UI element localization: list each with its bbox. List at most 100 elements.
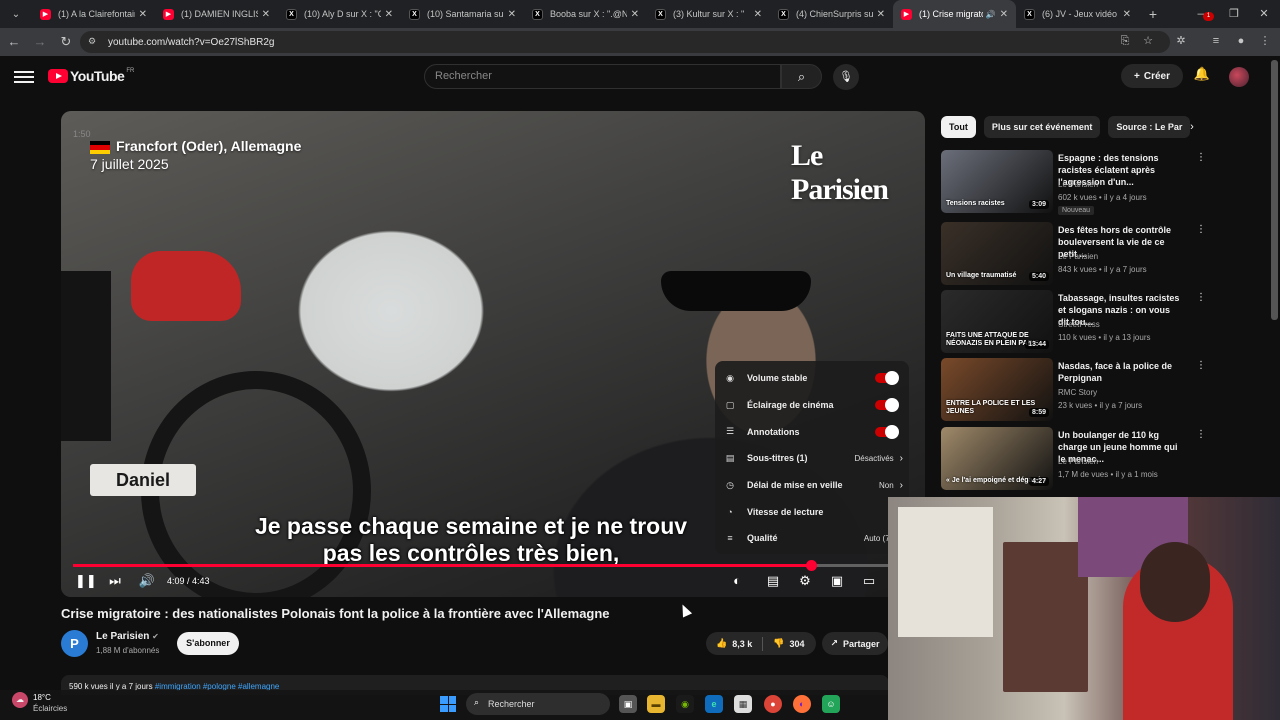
settings-gear-icon[interactable]: ⚙ [793,571,817,591]
back-icon[interactable]: ← [2,30,26,54]
progress-bar[interactable] [73,560,913,571]
youtube-logo[interactable]: YouTube FR [48,68,134,84]
close-tab-icon[interactable]: ✕ [508,9,516,20]
more-options-icon[interactable]: ⋮ [1196,292,1206,303]
video-thumbnail[interactable]: FAITS UNE ATTAQUE DE NÉONAZIS EN PLEIN P… [941,290,1053,353]
browser-tab[interactable]: X (10) Santamaria sur X ✕ [401,0,524,28]
firefox-icon[interactable]: ◐ [793,695,811,713]
tab-search-icon[interactable]: ⌄ [4,3,28,25]
bookmark-star-icon[interactable]: ☆ [1137,30,1159,52]
page-scrollbar[interactable] [1271,60,1278,320]
weather-icon[interactable]: ☁ [12,692,28,708]
filter-chip[interactable]: Plus sur cet événement [983,116,1101,138]
toggle-switch[interactable] [875,371,899,386]
settings-item[interactable]: ◉ Volume stable [715,365,909,392]
miniplayer-icon[interactable]: ▣ [825,571,849,591]
microphone-icon[interactable]: 🎙 [833,64,859,90]
file-explorer-icon[interactable]: ▬ [647,695,665,713]
subscribe-button[interactable]: S'abonner [177,632,239,655]
recommended-video[interactable]: ENTRE LA POLICE ET LES JEUNES 8:59 Nasdas,… [941,358,1206,422]
channel-name[interactable]: Le Parisien ✔ [96,631,159,642]
browser-menu-icon[interactable]: ⋮ [1254,30,1276,52]
toggle-switch[interactable] [875,398,899,413]
more-options-icon[interactable]: ⋮ [1196,429,1206,440]
recommended-channel[interactable]: Le Parisien [1058,457,1098,466]
video-thumbnail[interactable]: « Je l'ai empoigné et dégagé » 4:27 [941,427,1053,490]
address-bar[interactable]: ⚙ youtube.com/watch?v=Oe27lShBR2g [80,31,1170,53]
theater-mode-icon[interactable]: ▭ [857,571,881,591]
settings-item[interactable]: ▤ Sous-titres (1) Désactivés › [715,445,909,472]
share-button[interactable]: ↗ Partager [822,632,888,655]
browser-tab[interactable]: X (4) ChienSurpris sur X ✕ [770,0,893,28]
more-options-icon[interactable]: ⋮ [1196,224,1206,235]
chrome-icon[interactable]: ● [764,695,782,713]
close-tab-icon[interactable]: ✕ [1000,9,1008,20]
recommended-video[interactable]: FAITS UNE ATTAQUE DE NÉONAZIS EN PLEIN P… [941,290,1206,354]
recommended-title[interactable]: Nasdas, face à la police de Perpignan [1058,360,1183,384]
menu-icon[interactable] [14,68,34,84]
recommended-video[interactable]: Tensions racistes 3:09 Espagne : des tensi… [941,150,1206,215]
subtitles-button-icon[interactable]: ▤ [761,571,785,591]
maximize-icon[interactable]: ❐ [1218,0,1250,28]
create-button[interactable]: + Créer [1121,64,1183,88]
video-player[interactable]: 1:50 Francfort (Oder), Allemagne 7 juill… [61,111,925,597]
settings-item[interactable]: ▢ Éclairage de cinéma [715,392,909,419]
filter-chip[interactable]: Source : Le Par [1108,116,1191,138]
channel-avatar[interactable]: P [61,630,88,657]
browser-tab[interactable]: X (6) JV - Jeux vidéo su ✕ [1016,0,1139,28]
store-icon[interactable]: ▦ [734,695,752,713]
dislike-button[interactable]: 👎 304 [763,632,814,655]
discord-icon[interactable]: ☺ [822,695,840,713]
browser-tab[interactable]: X (10) Aly D sur X : "Ce ✕ [278,0,401,28]
browser-tab[interactable]: X Booba sur X : ".@Nisl ✕ [524,0,647,28]
chevron-right-icon[interactable]: › [1183,118,1201,136]
browser-tab[interactable]: ▶ (1) DAMIEN INGLIS, L ✕ [155,0,278,28]
tab-audio-icon[interactable]: 🔊 [986,10,996,19]
filter-chip[interactable]: Tout [941,116,976,138]
recommended-channel[interactable]: RMC Story [1058,388,1097,397]
more-options-icon[interactable]: ⋮ [1196,360,1206,371]
close-tab-icon[interactable]: ✕ [631,9,639,20]
close-tab-icon[interactable]: ✕ [1123,9,1131,20]
new-tab-button[interactable]: + [1139,6,1167,22]
settings-item[interactable]: ◷ Délai de mise en veille Non › [715,472,909,499]
recommended-channel[interactable]: Le Parisien [1058,180,1098,189]
recommended-channel[interactable]: Le Parisien [1058,252,1098,261]
edge-icon[interactable]: e [705,695,723,713]
close-tab-icon[interactable]: ✕ [262,9,270,20]
video-thumbnail[interactable]: ENTRE LA POLICE ET LES JEUNES 8:59 [941,358,1053,421]
reload-icon[interactable]: ↻ [54,30,78,54]
avatar[interactable] [1229,67,1249,87]
extensions-icon[interactable]: ✲ [1170,30,1192,52]
close-window-icon[interactable]: ✕ [1248,0,1280,28]
next-icon[interactable]: ⏭ [105,571,125,591]
close-tab-icon[interactable]: ✕ [754,9,762,20]
close-tab-icon[interactable]: ✕ [139,9,147,20]
settings-item[interactable]: ≡ Qualité Auto (720p [715,525,909,552]
media-controls-icon[interactable]: ≡ [1205,30,1227,52]
browser-tab[interactable]: X (3) Kultur sur X : " ✕ [647,0,770,28]
close-tab-icon[interactable]: ✕ [877,9,885,20]
task-view-icon[interactable]: ▣ [619,695,637,713]
install-app-icon[interactable]: ⎘ [1114,30,1136,52]
video-thumbnail[interactable]: Un village traumatisé 5:40 [941,222,1053,285]
forward-icon[interactable]: → [28,30,52,54]
autoplay-toggle-icon[interactable]: ◐ [725,571,749,591]
recommended-video[interactable]: Un village traumatisé 5:40 Des fêtes hors … [941,222,1206,286]
more-options-icon[interactable]: ⋮ [1196,152,1206,163]
browser-tab[interactable]: ▶ (1) Crise migrato 🔊 ✕ [893,0,1016,28]
toggle-switch[interactable] [875,424,899,439]
settings-item[interactable]: ◔Vitesse de lecture1 [715,498,909,525]
windows-start-icon[interactable] [440,696,456,712]
nvidia-icon[interactable]: ◉ [676,695,694,713]
video-thumbnail[interactable]: Tensions racistes 3:09 [941,150,1053,213]
settings-item[interactable]: ☰ Annotations [715,418,909,445]
taskbar-search[interactable]: Rechercher [466,693,610,715]
like-button[interactable]: 👍 8,3 k [706,632,762,655]
search-icon[interactable]: ⌕ [781,64,822,89]
close-tab-icon[interactable]: ✕ [385,9,393,20]
pause-icon[interactable]: ❚❚ [75,571,97,591]
search-input[interactable]: Rechercher [424,64,781,89]
profile-icon[interactable]: ● [1230,30,1252,52]
browser-tab[interactable]: ▶ (1) A la Clairefontaine ✕ [32,0,155,28]
